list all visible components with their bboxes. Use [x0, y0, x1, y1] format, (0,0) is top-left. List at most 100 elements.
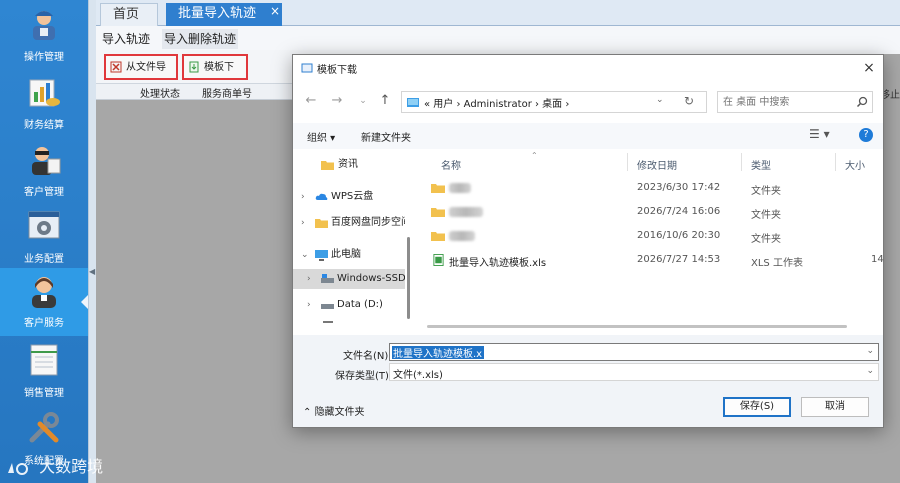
watermark-text: 大数跨境: [39, 457, 104, 476]
nav-label: 业务配置: [24, 254, 64, 265]
subtab-import-delete-track[interactable]: 导入删除轨迹: [162, 29, 239, 49]
file-type: 文件夹: [751, 234, 781, 245]
drive-icon: [323, 321, 333, 323]
scrollbar-thumb[interactable]: [407, 237, 410, 319]
file-size: 14: [871, 254, 884, 265]
save-file-dialog: 模板下载 × ← → ⌄ ↑ « 用户 › Administrator › 桌面…: [292, 54, 884, 428]
search-input[interactable]: [723, 95, 851, 109]
tree-item-windows-ssd[interactable]: › Windows-SSD: [293, 269, 405, 289]
dialog-close-button[interactable]: ×: [859, 58, 879, 78]
column-header-type[interactable]: 类型: [751, 157, 771, 172]
tree-scrollbar[interactable]: [405, 149, 411, 333]
nav-item-customer-service[interactable]: 客户服务: [0, 268, 89, 336]
save-options-panel: 文件名(N): ⌄ 保存类型(T): 文件(*.xls) ⌄ ⌃ 隐藏文件夹 保…: [293, 335, 883, 427]
refresh-icon[interactable]: ↻: [684, 94, 694, 108]
dialog-title: 模板下载: [317, 65, 357, 76]
blurred-file-name: [449, 231, 475, 241]
nav-item-operations[interactable]: 操作管理: [0, 2, 88, 70]
cancel-button[interactable]: 取消: [801, 397, 869, 417]
subtab-import-track[interactable]: 导入轨迹: [102, 29, 150, 49]
tree-item-data-d[interactable]: › Data (D:): [293, 295, 405, 315]
view-options-icon[interactable]: ☰ ▾: [809, 127, 830, 141]
tree-item-partial: [293, 317, 405, 327]
collapse-sidebar-icon[interactable]: ◀: [89, 266, 95, 278]
tree-item-this-pc[interactable]: ⌄ 此电脑: [293, 245, 405, 265]
tree-item-wps-cloud[interactable]: › WPS云盘: [293, 187, 405, 207]
operator-icon: [33, 11, 55, 40]
organize-menu[interactable]: 组织 ▾: [307, 129, 335, 144]
back-arrow-icon[interactable]: ←: [303, 93, 319, 109]
address-bar[interactable]: « 用户 › Administrator › 桌面 › ⌄ ↻: [401, 91, 707, 113]
tree-item-news[interactable]: 资讯: [293, 155, 405, 175]
folder-icon: [321, 161, 334, 170]
forward-arrow-icon[interactable]: →: [329, 93, 345, 109]
cloud-icon: [315, 193, 328, 200]
sidebar-splitter[interactable]: [88, 0, 96, 483]
save-button[interactable]: 保存(S): [723, 397, 791, 417]
filename-field[interactable]: ⌄: [389, 343, 879, 361]
filename-input[interactable]: [392, 346, 484, 359]
address-dropdown-icon[interactable]: ⌄: [656, 95, 664, 105]
scrollbar-thumb[interactable]: [427, 325, 847, 328]
nav-item-business-config[interactable]: 业务配置: [0, 204, 88, 272]
blurred-file-name: [449, 207, 483, 217]
expand-chevron-icon[interactable]: ›: [301, 213, 305, 233]
file-row[interactable]: 批量导入轨迹模板.xls 2026/7/27 14:53 XLS 工作表 14: [413, 249, 884, 273]
tree-item-label: 百度网盘同步空间: [331, 217, 405, 228]
chevron-down-icon[interactable]: ⌄: [355, 93, 371, 109]
hide-folders-toggle[interactable]: ⌃ 隐藏文件夹: [303, 403, 365, 418]
dialog-title-bar[interactable]: 模板下载 ×: [293, 55, 883, 81]
tab-home[interactable]: 首页: [100, 3, 158, 26]
expand-chevron-icon[interactable]: ›: [307, 269, 311, 289]
column-divider[interactable]: [627, 153, 628, 171]
nav-item-sales[interactable]: 销售管理: [0, 338, 88, 406]
expand-chevron-icon[interactable]: ›: [301, 187, 305, 207]
file-row[interactable]: 2016/10/6 20:30 文件夹: [413, 225, 883, 249]
nav-label: 操作管理: [24, 52, 64, 63]
file-row[interactable]: 2026/7/24 16:06 文件夹: [413, 201, 883, 225]
file-date: 2016/10/6 20:30: [637, 230, 721, 241]
tab-close-icon[interactable]: ×: [270, 4, 282, 18]
column-header-size[interactable]: 大小: [845, 157, 865, 172]
filetype-select[interactable]: 文件(*.xls) ⌄: [389, 363, 879, 381]
hide-folders-label: 隐藏文件夹: [314, 407, 365, 418]
breadcrumb[interactable]: « 用户 › Administrator › 桌面 ›: [424, 95, 569, 110]
template-download-button[interactable]: 模板下载: [182, 54, 248, 97]
column-header-date[interactable]: 修改日期: [637, 157, 677, 172]
nav-item-customers[interactable]: 客户管理: [0, 137, 88, 205]
chevron-down-icon[interactable]: ⌄: [866, 366, 874, 376]
help-icon[interactable]: ?: [859, 128, 873, 142]
chevron-down-icon[interactable]: ⌄: [866, 346, 874, 356]
filetype-value: 文件(*.xls): [393, 370, 443, 381]
new-folder-button[interactable]: 新建文件夹: [361, 129, 411, 144]
blurred-file-name: [449, 183, 471, 193]
horizontal-scrollbar[interactable]: [413, 323, 883, 329]
nav-label: 销售管理: [24, 388, 64, 399]
column-header-status[interactable]: 处理状态: [140, 85, 180, 100]
tree-item-label: Data (D:): [337, 299, 383, 310]
nav-label: 客户管理: [24, 187, 64, 198]
finance-icon: [29, 79, 60, 107]
expand-chevron-icon[interactable]: ›: [307, 295, 311, 315]
collapse-chevron-icon[interactable]: ⌄: [301, 245, 309, 265]
app-icon: [301, 63, 313, 73]
file-row[interactable]: 2023/6/30 17:42 文件夹: [413, 177, 883, 201]
column-divider[interactable]: [741, 153, 742, 171]
watermark: 大数跨境: [6, 456, 103, 478]
nav-item-finance[interactable]: 财务结算: [0, 70, 88, 138]
column-header-tracking-no[interactable]: 服务商单号: [202, 85, 252, 100]
file-type: XLS 工作表: [751, 258, 803, 269]
search-icon[interactable]: [856, 96, 868, 108]
up-arrow-icon[interactable]: ↑: [377, 93, 393, 109]
import-from-file-button[interactable]: 从文件导入: [104, 54, 178, 97]
column-divider[interactable]: [835, 153, 836, 171]
navigation-tree: 资讯 › WPS云盘 › 百度网盘同步空间 ⌄ 此电脑 › Windows-SS…: [293, 149, 407, 333]
search-box[interactable]: [717, 91, 873, 113]
sales-icon: [30, 344, 58, 376]
watermark-logo-icon: [8, 462, 28, 475]
tab-batch-import-track[interactable]: 批量导入轨迹: [166, 3, 282, 26]
column-header-name[interactable]: 名称: [441, 157, 461, 172]
desktop-folder-icon: [407, 98, 419, 107]
tree-item-baidu-sync[interactable]: › 百度网盘同步空间: [293, 213, 405, 233]
customer-service-icon: [32, 277, 56, 308]
